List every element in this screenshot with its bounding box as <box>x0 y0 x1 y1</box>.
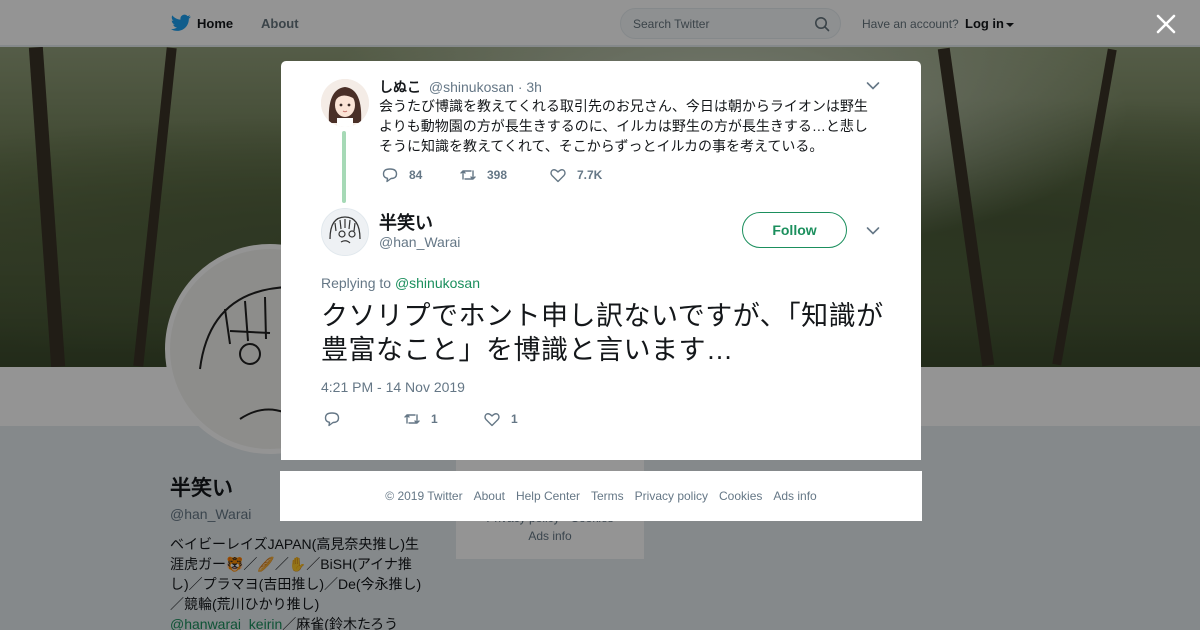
retweet-button[interactable]: 1 <box>403 410 483 428</box>
like-button[interactable]: 7.7K <box>549 166 602 184</box>
retweet-count: 1 <box>431 412 438 426</box>
main-tweet-avatar[interactable] <box>321 208 369 256</box>
like-count: 1 <box>511 412 518 426</box>
footer-link-ads-info[interactable]: Ads info <box>773 489 816 503</box>
like-icon <box>484 413 500 427</box>
footer-link-cookies[interactable]: Cookies <box>719 489 762 503</box>
tweet-permalink-modal: しぬこ @shinukosan · 3h 会うたび博識を教えてくれる取引先のお兄… <box>281 61 921 460</box>
main-tweet-actions: 1 1 <box>323 410 518 428</box>
main-tweet-timestamp[interactable]: 4:21 PM - 14 Nov 2019 <box>321 379 465 395</box>
reply-button[interactable]: 84 <box>381 166 459 184</box>
like-button[interactable]: 1 <box>483 410 518 428</box>
replying-prefix: Replying to <box>321 275 395 291</box>
parent-tweet-header: しぬこ @shinukosan · 3h <box>379 77 542 97</box>
footer-link-privacy-policy[interactable]: Privacy policy <box>635 489 708 503</box>
retweet-button[interactable]: 398 <box>459 166 549 184</box>
avatar-illustration <box>321 79 369 127</box>
follow-button[interactable]: Follow <box>742 212 847 248</box>
footer-link-help-center[interactable]: Help Center <box>516 489 580 503</box>
parent-tweet-actions: 84 398 7.7K <box>381 166 602 184</box>
footer-link-terms[interactable]: Terms <box>591 489 624 503</box>
retweet-count: 398 <box>487 168 508 182</box>
parent-author-handle[interactable]: @shinukosan <box>429 79 514 95</box>
replying-to-link[interactable]: @shinukosan <box>395 275 480 291</box>
footer-copyright: © 2019 Twitter <box>385 489 463 503</box>
chevron-down-icon[interactable] <box>866 81 880 91</box>
parent-tweet-text: 会うたび博識を教えてくれる取引先のお兄さん、今日は朝からライオンは野生よりも動物… <box>379 98 868 154</box>
modal-footer: © 2019 Twitter About Help Center Terms P… <box>280 471 922 521</box>
reply-icon <box>324 412 340 427</box>
reply-icon <box>382 168 398 183</box>
like-count: 7.7K <box>577 168 603 182</box>
parent-tweet-time[interactable]: · 3h <box>518 79 542 95</box>
main-tweet-text: クソリプでホント申し訳ないですが、「知識が豊富なこと」を博識と言います… <box>321 301 884 365</box>
avatar-drawing <box>322 209 368 255</box>
close-icon[interactable] <box>1154 12 1178 36</box>
main-author-handle[interactable]: @han_Warai <box>379 234 460 250</box>
footer-link-about[interactable]: About <box>474 489 505 503</box>
reply-count: 84 <box>409 168 423 182</box>
retweet-icon <box>404 414 420 424</box>
like-icon <box>550 169 566 183</box>
main-author-name[interactable]: 半笑い <box>379 209 433 235</box>
chevron-down-icon[interactable] <box>866 226 880 236</box>
parent-tweet-avatar[interactable] <box>321 79 369 127</box>
retweet-icon <box>460 170 476 180</box>
reply-button[interactable] <box>323 410 403 428</box>
conversation-thread-line <box>342 131 346 203</box>
replying-to-line: Replying to @shinukosan <box>321 275 480 291</box>
parent-author-name[interactable]: しぬこ <box>379 79 421 95</box>
